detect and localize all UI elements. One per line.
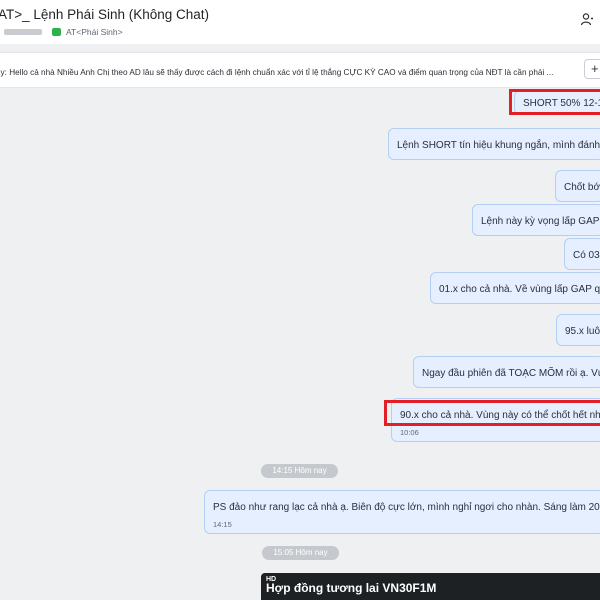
message-bubble[interactable]: Ngay đầu phiên đã TOẠC MÕM rồi ạ. Vư (413, 356, 600, 388)
message-text: 01.x cho cả nhà. Về vùng lấp GAP quá (439, 284, 600, 295)
message-bubble[interactable]: PS đảo như rang lạc cả nhà ạ. Biên độ cự… (204, 490, 600, 534)
message-bubble[interactable]: Chốt bớ (555, 170, 600, 202)
date-separator: 14:15 Hôm nay (261, 464, 338, 478)
community-link[interactable]: AT<Phái Sinh> (66, 27, 123, 37)
message-time: 10:06 (400, 428, 419, 437)
chat-header: AT>_ Lệnh Phái Sinh (Không Chat) AT<Phái… (0, 0, 600, 44)
pinned-message-bar[interactable]: ủy: Hello cả nhà Nhiều Anh Chị theo AD l… (0, 52, 600, 88)
chat-subtitle-row: AT<Phái Sinh> (0, 25, 123, 39)
message-list[interactable]: SHORT 50% 12-14 Lệnh SHORT tín hiệu khun… (0, 87, 600, 600)
highlight-box (384, 400, 600, 426)
message-bubble[interactable]: Có 03 (564, 238, 600, 270)
message-text: Lệnh này kỳ vọng lấp GAP 0 (481, 216, 600, 227)
highlight-box (509, 89, 600, 115)
message-text: 95.x luô (565, 326, 600, 337)
link-preview-card[interactable]: HD Hợp đồng tương lai VN30F1M (261, 573, 600, 600)
chat-title: AT>_ Lệnh Phái Sinh (Không Chat) (0, 7, 210, 22)
expand-pinned-button[interactable]: + (584, 59, 600, 79)
message-bubble[interactable]: Lệnh này kỳ vọng lấp GAP 0 (472, 204, 600, 236)
message-bubble[interactable]: 01.x cho cả nhà. Về vùng lấp GAP quá (430, 272, 600, 304)
message-text: PS đảo như rang lạc cả nhà ạ. Biên độ cự… (213, 502, 600, 513)
message-time: 14:15 (213, 520, 232, 529)
tag-icon (52, 28, 61, 36)
message-bubble[interactable]: Lệnh SHORT tín hiệu khung ngắn, mình đán… (388, 128, 600, 160)
pinned-message-text: ủy: Hello cả nhà Nhiều Anh Chị theo AD l… (0, 68, 554, 77)
message-text: Lệnh SHORT tín hiệu khung ngắn, mình đán… (397, 140, 600, 151)
redacted-name (4, 29, 42, 35)
message-text: Ngay đầu phiên đã TOẠC MÕM rồi ạ. Vư (422, 368, 600, 379)
message-text: Chốt bớ (564, 182, 600, 193)
date-separator: 15:05 Hôm nay (262, 546, 339, 560)
member-icon[interactable] (580, 12, 594, 26)
card-title: Hợp đồng tương lai VN30F1M (266, 581, 437, 595)
message-text: Có 03 (573, 250, 600, 261)
message-bubble[interactable]: 95.x luô (556, 314, 600, 346)
